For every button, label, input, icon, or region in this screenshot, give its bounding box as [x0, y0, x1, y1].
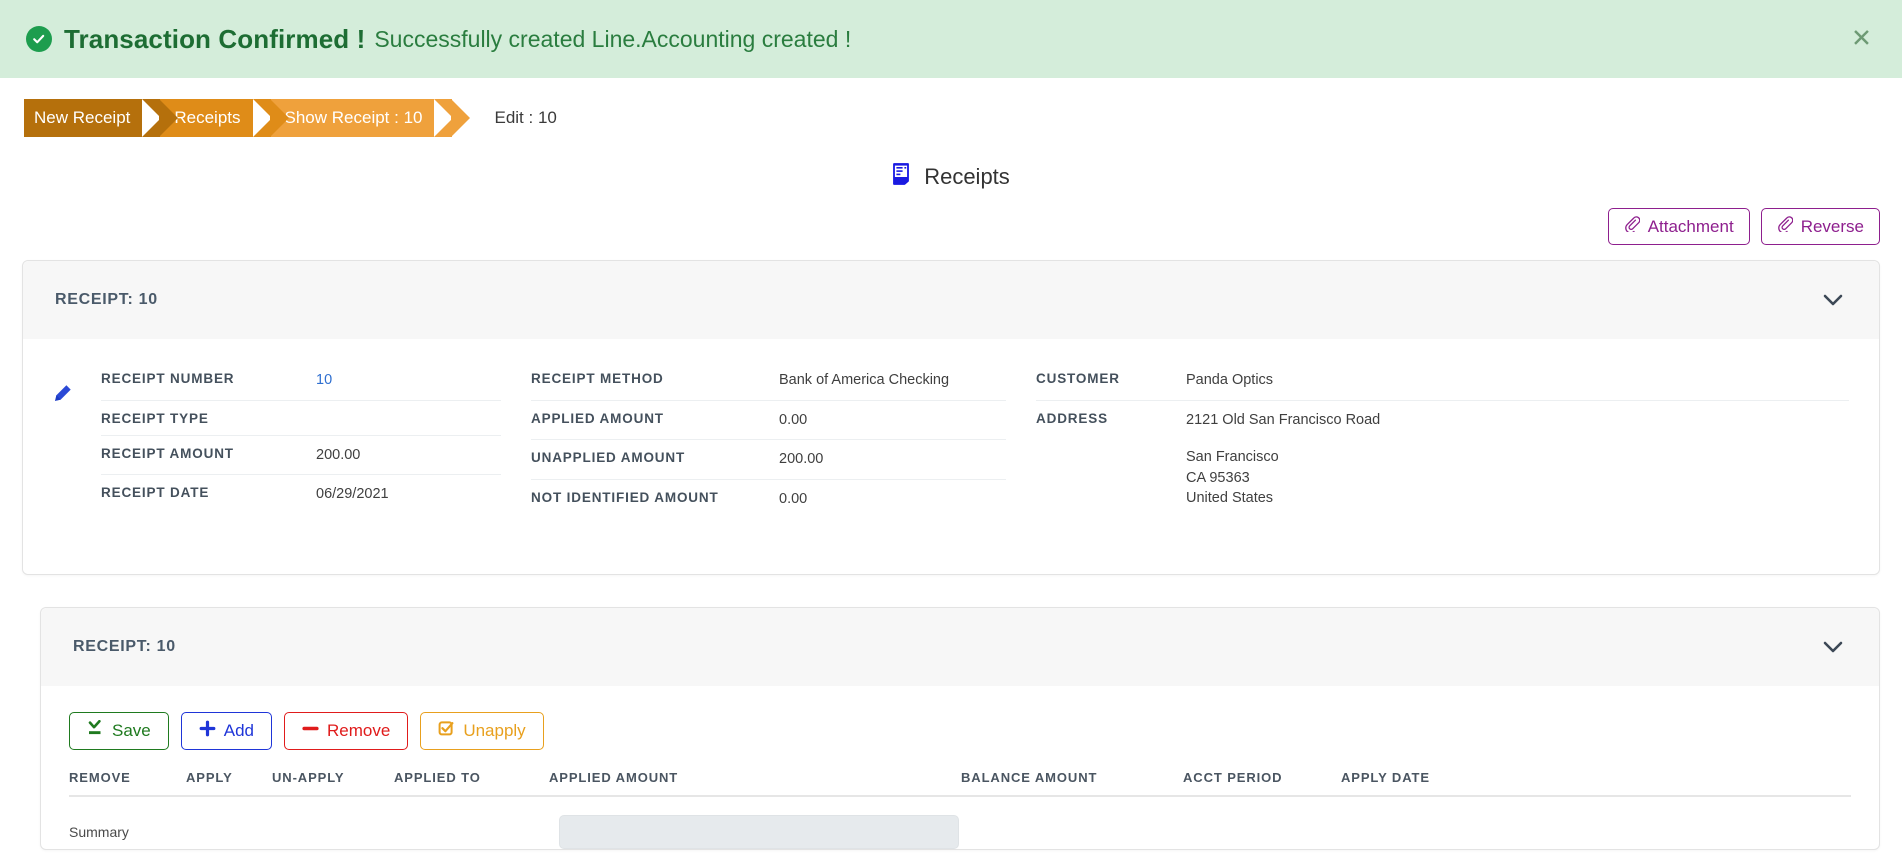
receipt-detail-body: RECEIPT NUMBER 10 RECEIPT TYPE RECEIPT A… [23, 339, 1879, 575]
plus-icon [199, 720, 216, 742]
breadcrumb-label: Receipts [174, 108, 241, 127]
edit-column [23, 361, 101, 518]
breadcrumb-item-show-receipt[interactable]: Show Receipt : 10 [270, 99, 471, 137]
breadcrumb-current: Edit : 10 [494, 108, 557, 127]
receipt-fields-column-b: RECEIPT METHOD Bank of America Checking … [531, 361, 1036, 518]
field-value-address-extra: San Francisco CA 95363 United States [1186, 449, 1279, 507]
field-label: RECEIPT TYPE [101, 410, 209, 426]
column-header-apply: APPLY [186, 770, 233, 786]
paperclip-icon [1624, 216, 1641, 237]
breadcrumb-item-new-receipt[interactable]: New Receipt [24, 99, 179, 137]
alert-message: Successfully created Line.Accounting cre… [374, 25, 852, 52]
field-value-address-line1: 2121 Old San Francisco Road [1186, 411, 1381, 428]
column-header-applied-to: APPLIED TO [394, 770, 481, 786]
reverse-label: Reverse [1800, 216, 1864, 236]
field-label: UNAPPLIED AMOUNT [531, 450, 686, 466]
unapply-button[interactable]: Unapply [420, 712, 544, 751]
summary-row-label: Summary [69, 824, 129, 841]
breadcrumb-label: New Receipt [34, 108, 131, 127]
receipt-detail-panel-header[interactable]: RECEIPT: 10 [23, 261, 1879, 339]
address-block: 2121 Old San Francisco Road San Francisc… [1186, 410, 1380, 509]
field-label: ADDRESS [1036, 410, 1108, 426]
field-label: RECEIPT NUMBER [101, 371, 235, 386]
receipt-icon [892, 163, 913, 191]
field-address: ADDRESS 2121 Old San Francisco Road San … [1036, 401, 1849, 518]
breadcrumb-label: Show Receipt : 10 [284, 108, 423, 127]
chevron-right-icon [159, 99, 179, 137]
save-label: Save [112, 721, 151, 741]
field-applied-amount: APPLIED AMOUNT 0.00 [531, 401, 1006, 441]
field-receipt-number: RECEIPT NUMBER 10 [101, 361, 501, 401]
applied-amount-input[interactable] [559, 815, 959, 850]
add-label: Add [223, 721, 254, 741]
attachment-label: Attachment [1647, 216, 1734, 236]
field-value-applied-amount: 0.00 [779, 411, 808, 428]
column-header-remove: REMOVE [69, 770, 131, 786]
check-circle-icon [26, 26, 52, 52]
column-header-apply-date: APPLY DATE [1341, 770, 1430, 786]
field-label: RECEIPT METHOD [531, 371, 664, 386]
unapply-label: Unapply [463, 721, 526, 741]
field-receipt-type: RECEIPT TYPE [101, 401, 501, 436]
field-value-unapplied-amount: 200.00 [779, 451, 824, 468]
column-header-applied-amount: APPLIED AMOUNT [549, 770, 679, 786]
lines-toolbar: Save Add Remove Unapply [41, 686, 1879, 751]
alert-title: Transaction Confirmed ! [64, 23, 366, 54]
receipt-lines-panel: RECEIPT: 10 Save Add Remove Unapply REMO… [40, 607, 1880, 851]
pencil-icon[interactable] [51, 383, 73, 518]
field-receipt-date: RECEIPT DATE 06/29/2021 [101, 475, 501, 514]
chevron-down-icon[interactable] [1819, 637, 1847, 658]
field-label: RECEIPT DATE [101, 485, 210, 501]
column-header-balance-amount: BALANCE AMOUNT [961, 770, 1098, 786]
receipt-lines-panel-title: RECEIPT: 10 [73, 638, 176, 656]
field-value-receipt-method: Bank of America Checking [779, 372, 950, 388]
field-receipt-method: RECEIPT METHOD Bank of America Checking [531, 361, 1006, 401]
field-customer: CUSTOMER Panda Optics [1036, 361, 1849, 401]
remove-label: Remove [327, 721, 391, 741]
minus-icon [302, 720, 319, 742]
field-value-customer: Panda Optics [1186, 372, 1274, 388]
receipt-detail-panel-title: RECEIPT: 10 [55, 291, 158, 308]
chevron-down-icon[interactable] [1819, 290, 1847, 311]
alert-close-icon[interactable]: ✕ [1843, 23, 1880, 56]
field-label: APPLIED AMOUNT [531, 410, 664, 426]
alert-banner: Transaction Confirmed ! Successfully cre… [0, 0, 1902, 78]
paperclip-icon [1777, 216, 1794, 237]
receipt-fields-column-c: CUSTOMER Panda Optics ADDRESS 2121 Old S… [1036, 361, 1879, 518]
field-unapplied-amount: UNAPPLIED AMOUNT 200.00 [531, 440, 1006, 480]
column-header-acct-period: ACCT PERIOD [1183, 770, 1283, 786]
field-value-receipt-number[interactable]: 10 [316, 370, 332, 391]
reverse-button[interactable]: Reverse [1760, 208, 1880, 245]
field-label: CUSTOMER [1036, 371, 1120, 386]
chevron-right-icon [451, 99, 471, 137]
chevron-right-icon [269, 99, 289, 137]
field-value-receipt-date: 06/29/2021 [316, 486, 389, 503]
field-value-not-identified-amount: 0.00 [779, 490, 808, 507]
remove-button[interactable]: Remove [284, 712, 409, 751]
receipt-lines-panel-header[interactable]: RECEIPT: 10 [41, 608, 1879, 687]
checkbox-icon [438, 720, 455, 742]
table-row: Summary [69, 797, 1851, 850]
receipt-fields-column-a: RECEIPT NUMBER 10 RECEIPT TYPE RECEIPT A… [101, 361, 531, 518]
breadcrumb: New Receipt Receipts Show Receipt : 10 E… [0, 98, 1902, 138]
lines-table-header: REMOVE APPLY UN-APPLY APPLIED TO APPLIED… [69, 770, 1851, 798]
save-button[interactable]: Save [69, 712, 169, 751]
field-label: RECEIPT AMOUNT [101, 445, 234, 461]
save-icon [87, 720, 104, 742]
field-not-identified-amount: NOT IDENTIFIED AMOUNT 0.00 [531, 480, 1006, 519]
attachment-button[interactable]: Attachment [1607, 208, 1750, 245]
field-label: NOT IDENTIFIED AMOUNT [531, 489, 719, 505]
page-title-text: Receipts [924, 164, 1010, 189]
add-button[interactable]: Add [180, 712, 272, 751]
page-actions: Attachment Reverse [0, 208, 1902, 245]
page-title: Receipts [0, 160, 1902, 194]
field-value-receipt-amount: 200.00 [316, 446, 361, 463]
receipt-detail-panel: RECEIPT: 10 RECEIPT NUMBER 10 RECEIPT TY… [22, 260, 1880, 576]
field-receipt-amount: RECEIPT AMOUNT 200.00 [101, 436, 501, 476]
column-header-un-apply: UN-APPLY [272, 770, 345, 786]
